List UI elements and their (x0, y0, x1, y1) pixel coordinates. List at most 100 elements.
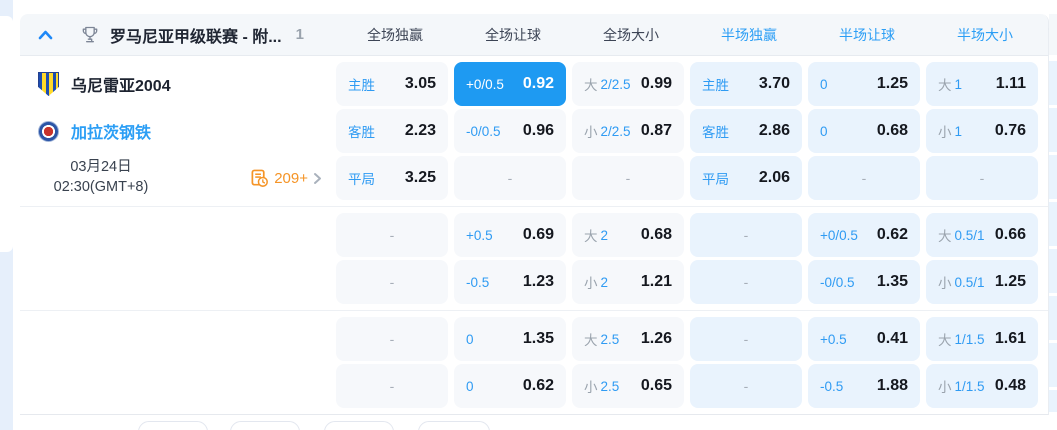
odds-value: 1.25 (877, 75, 908, 93)
odds-cell[interactable]: 大20.68 (572, 213, 684, 257)
odds-value: 1.88 (877, 377, 908, 395)
odds-cell[interactable]: 小0.5/11.25 (926, 260, 1038, 304)
odds-cell[interactable]: +0/0.5 0.92 (454, 62, 566, 106)
odds-value: 0.69 (523, 226, 554, 244)
odds-cell[interactable]: 01.35 (454, 317, 566, 361)
odds-row: -00.62小2.50.65--0.51.88小1/1.50.48 (336, 364, 1048, 408)
over-under-prefix: 小 (584, 376, 598, 396)
odds-label: +0/0.5 (466, 77, 504, 92)
odds-cell[interactable]: 大1/1.51.61 (926, 317, 1038, 361)
odds-value: 3.70 (759, 75, 790, 93)
home-team-row[interactable]: 乌尼雷亚2004 (20, 62, 336, 106)
odds-cell-empty: - (454, 156, 566, 200)
next-row-pill-partial (138, 421, 208, 430)
odds-cell[interactable]: 客胜2.23 (336, 109, 448, 153)
market-column-header[interactable]: 全场大小 (572, 25, 690, 45)
odds-cell[interactable]: 小2/2.50.87 (572, 109, 684, 153)
odds-label: 2 (601, 228, 609, 243)
over-under-prefix: 大 (584, 225, 598, 245)
market-column-header[interactable]: 半场让球 (808, 25, 926, 45)
odds-cell[interactable]: 主胜 3.05 (336, 62, 448, 106)
odds-label: +0.5 (466, 228, 493, 243)
odds-value: 0.96 (523, 122, 554, 140)
odds-label: +0.5 (820, 332, 847, 347)
odds-value: 3.05 (405, 75, 436, 93)
match-row: 乌尼雷亚2004 加拉茨钢铁 03月24日 02:30(GMT+8) (20, 56, 1048, 414)
odds-label: 0.5/1 (955, 228, 985, 243)
over-under-prefix: 大 (938, 74, 952, 94)
odds-cell[interactable]: 客胜 2.86 (690, 109, 802, 153)
odds-value: 0.41 (877, 330, 908, 348)
partial-next-column-header (1049, 14, 1057, 55)
odds-label: +0/0.5 (820, 228, 858, 243)
chevron-right-icon (313, 172, 322, 185)
over-under-prefix: 大 (938, 225, 952, 245)
odds-group: -01.35大2.51.26-+0.50.41大1/1.51.61-00.62小… (20, 311, 1048, 414)
market-column-header[interactable]: 全场让球 (454, 25, 572, 45)
odds-label: 主胜 (348, 74, 375, 94)
odds-value: 2.23 (405, 122, 436, 140)
odds-cell[interactable]: +0.5 0.41 (808, 317, 920, 361)
away-team-name: 加拉茨钢铁 (71, 119, 151, 143)
odds-cell[interactable]: -0/0.5 0.96 (454, 109, 566, 153)
odds-cell[interactable]: -0.51.23 (454, 260, 566, 304)
odds-cell[interactable]: 平局3.25 (336, 156, 448, 200)
odds-cell[interactable]: -0.51.88 (808, 364, 920, 408)
odds-cell[interactable]: +0.5 0.69 (454, 213, 566, 257)
odds-cell-empty: - (572, 156, 684, 200)
odds-cell-empty: - (336, 364, 448, 408)
odds-cell-empty: - (336, 260, 448, 304)
next-row-pill-partial (418, 421, 490, 430)
league-header-bar: 罗马尼亚甲级联赛 - 附... 1 全场独赢全场让球全场大小半场独赢半场让球半场… (20, 14, 1048, 56)
odds-cell[interactable]: 小21.21 (572, 260, 684, 304)
odds-value: 3.25 (405, 169, 436, 187)
odds-cell[interactable]: 00.62 (454, 364, 566, 408)
market-column-header[interactable]: 全场独赢 (336, 25, 454, 45)
odds-cell[interactable]: 小1/1.50.48 (926, 364, 1038, 408)
odds-label: -0/0.5 (466, 124, 501, 139)
league-title: 罗马尼亚甲级联赛 - 附... (110, 23, 282, 47)
odds-cell[interactable]: 平局2.06 (690, 156, 802, 200)
odds-value: 2.86 (759, 122, 790, 140)
odds-page: 罗马尼亚甲级联赛 - 附... 1 全场独赢全场让球全场大小半场独赢半场让球半场… (0, 0, 1057, 430)
odds-label: 0 (466, 332, 474, 347)
odds-label: 2/2.5 (601, 77, 631, 92)
next-row-pill-partial (324, 421, 394, 430)
markets-list-clock-icon (250, 169, 269, 188)
odds-cell-empty: - (808, 156, 920, 200)
odds-cell-empty: - (690, 213, 802, 257)
match-meta-row: 03月24日 02:30(GMT+8) (20, 156, 336, 200)
odds-cell[interactable]: +0/0.50.62 (808, 213, 920, 257)
more-markets-button[interactable]: 209+ (250, 169, 322, 188)
odds-value: 0.87 (641, 122, 672, 140)
over-under-prefix: 小 (938, 272, 952, 292)
odds-cell-empty: - (336, 317, 448, 361)
odds-value: 1.35 (523, 330, 554, 348)
market-column-header[interactable]: 半场独赢 (690, 25, 808, 45)
odds-value: 0.92 (523, 75, 554, 93)
odds-label: -0/0.5 (820, 275, 855, 290)
away-team-row[interactable]: 加拉茨钢铁 (20, 109, 336, 153)
odds-row: -+0.50.69大20.68-+0/0.50.62大0.5/10.66 (336, 213, 1048, 257)
odds-cell[interactable]: 小10.76 (926, 109, 1038, 153)
odds-label: 2/2.5 (601, 124, 631, 139)
odds-value: 1.21 (641, 273, 672, 291)
odds-cell[interactable]: 00.68 (808, 109, 920, 153)
odds-cell[interactable]: 大11.11 (926, 62, 1038, 106)
odds-cell[interactable]: 小2.50.65 (572, 364, 684, 408)
odds-cell[interactable]: 大2.51.26 (572, 317, 684, 361)
market-column-header[interactable]: 半场大小 (926, 25, 1044, 45)
odds-cell-empty: - (690, 364, 802, 408)
odds-cell[interactable]: 大2/2.50.99 (572, 62, 684, 106)
odds-cell[interactable]: 主胜3.70 (690, 62, 802, 106)
collapse-button[interactable] (38, 30, 53, 40)
odds-cell[interactable]: 大0.5/10.66 (926, 213, 1038, 257)
odds-value: 1.61 (995, 330, 1026, 348)
odds-label: 2.5 (601, 332, 620, 347)
odds-label: 0 (820, 77, 828, 92)
odds-label: 客胜 (702, 121, 729, 141)
odds-cell[interactable]: 01.25 (808, 62, 920, 106)
odds-cell[interactable]: -0/0.51.35 (808, 260, 920, 304)
odds-label: 2.5 (601, 379, 620, 394)
odds-value: 0.99 (641, 75, 672, 93)
